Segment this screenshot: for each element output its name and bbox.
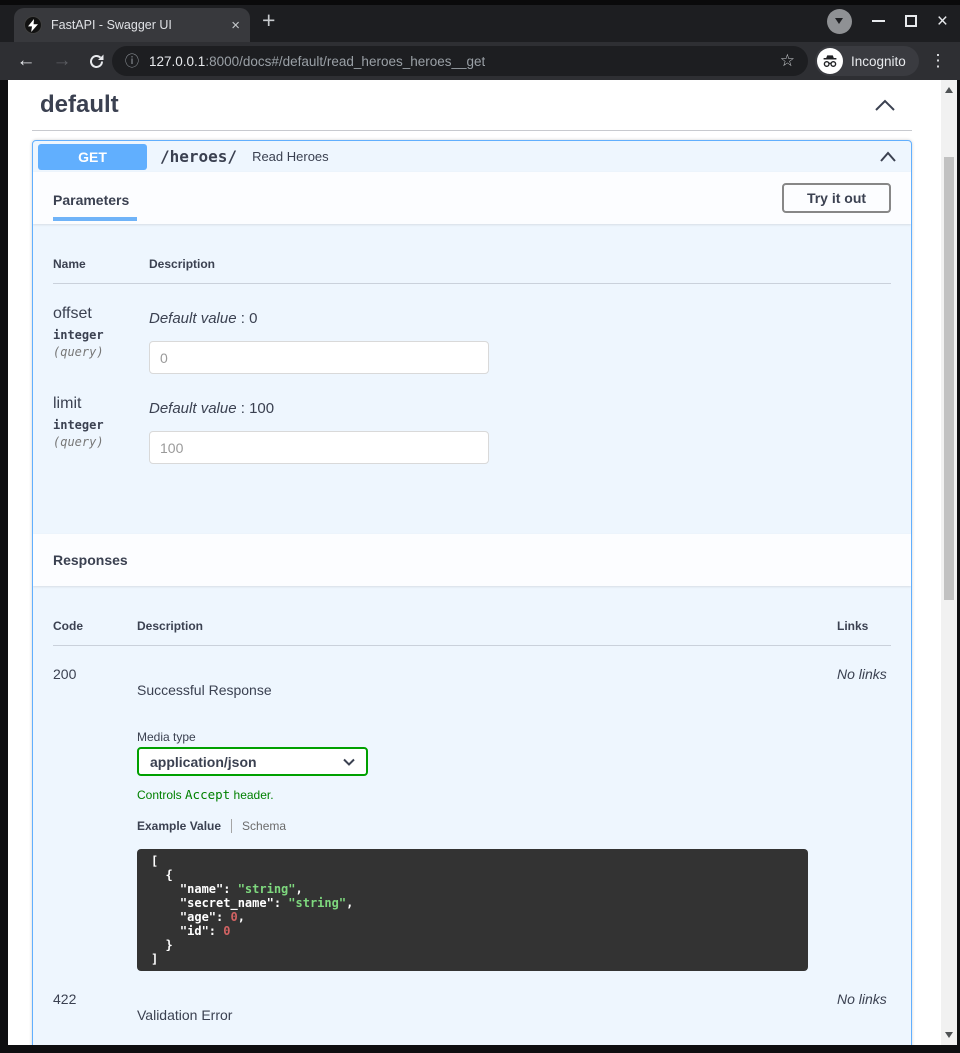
param-default-label: Default value: [149, 400, 237, 417]
browser-window: FastAPI - Swagger UI × + × ← → ⓘ 127.0.0…: [0, 0, 960, 1053]
media-type-label: Media type: [137, 730, 837, 744]
response-code: 422: [53, 991, 137, 1023]
browser-toolbar: ← → ⓘ 127.0.0.1:8000/docs#/default/read_…: [0, 42, 960, 80]
url-path: :8000/docs#/default/read_heroes_heroes__…: [205, 54, 485, 69]
back-button[interactable]: ←: [12, 42, 40, 80]
responses-table: Code Description Links 200 Successful Re…: [33, 586, 911, 1045]
window-top-edge: [0, 0, 960, 5]
bookmark-star-icon[interactable]: ☆: [780, 51, 795, 71]
maximize-button[interactable]: [905, 15, 917, 27]
url-text: 127.0.0.1:8000/docs#/default/read_heroes…: [149, 54, 485, 69]
response-description: Validation Error: [137, 991, 837, 1023]
accept-header-hint: Controls Accept header.: [137, 787, 837, 802]
response-row-422: 422 Validation Error No links: [53, 971, 891, 1023]
site-info-icon[interactable]: ⓘ: [125, 51, 139, 71]
minimize-button[interactable]: [872, 20, 885, 22]
param-default-value: Default value : 0: [149, 310, 891, 327]
scroll-up-arrow-icon[interactable]: [941, 82, 957, 98]
response-links: No links: [837, 666, 891, 971]
url-host: 127.0.0.1: [149, 54, 205, 69]
tab-strip: FastAPI - Swagger UI × + ×: [0, 0, 960, 42]
limit-input[interactable]: [149, 431, 489, 464]
collapse-chevron-up-icon[interactable]: [874, 99, 896, 112]
param-default-number: : 100: [237, 400, 275, 417]
param-default-number: : 0: [237, 310, 258, 327]
tag-title: default: [40, 91, 874, 119]
tab-schema[interactable]: Schema: [242, 819, 286, 833]
incognito-icon: [817, 48, 843, 74]
scrollbar-thumb[interactable]: [944, 157, 954, 600]
responses-section-header: Responses: [33, 534, 911, 586]
hint-accept-code: Accept: [185, 787, 230, 802]
tab-divider: [231, 819, 232, 833]
param-row-offset: offset integer (query) Default value : 0: [53, 284, 891, 374]
response-description: Successful Response: [137, 666, 837, 698]
url-bar[interactable]: ⓘ 127.0.0.1:8000/docs#/default/read_hero…: [112, 46, 808, 76]
param-location: (query): [53, 345, 149, 359]
param-default-label: Default value: [149, 310, 237, 327]
new-tab-button[interactable]: +: [262, 9, 275, 32]
browser-menu-button[interactable]: ⋮: [926, 42, 950, 80]
endpoint-summary: Read Heroes: [252, 149, 879, 164]
http-method-badge: GET: [38, 144, 147, 170]
reload-button[interactable]: [82, 42, 110, 80]
opblock-collapse-chevron-up-icon[interactable]: [879, 151, 897, 163]
try-it-out-button[interactable]: Try it out: [782, 183, 891, 213]
window-close-button[interactable]: ×: [937, 12, 948, 31]
media-type-select[interactable]: application/json: [137, 747, 368, 776]
param-type: integer: [53, 418, 149, 432]
browser-tab[interactable]: FastAPI - Swagger UI ×: [14, 8, 250, 42]
param-row-limit: limit integer (query) Default value : 10…: [53, 374, 891, 464]
tab-example-value[interactable]: Example Value: [137, 819, 221, 833]
incognito-label: Incognito: [851, 54, 906, 69]
page-content: default GET /heroes/ Read Heroes Paramet…: [8, 80, 957, 1045]
media-type-value: application/json: [150, 754, 257, 770]
page-scrollbar[interactable]: [941, 80, 957, 1045]
col-header-code: Code: [53, 619, 137, 633]
scroll-down-arrow-icon[interactable]: [941, 1027, 957, 1043]
response-row-200: 200 Successful Response Media type appli…: [53, 646, 891, 971]
select-chevron-down-icon: [343, 758, 355, 766]
tab-parameters[interactable]: Parameters: [53, 192, 137, 221]
incognito-badge: Incognito: [815, 46, 919, 76]
response-links: No links: [837, 991, 891, 1023]
param-name: limit: [53, 395, 149, 413]
forward-button[interactable]: →: [48, 42, 76, 80]
example-json-code-block: [ { "name": "string", "secret_name": "st…: [137, 849, 808, 971]
parameters-section-header: Parameters Try it out: [33, 172, 911, 224]
media-type-block: Media type application/json Controls Acc…: [137, 730, 837, 971]
chrome-profile-chip[interactable]: [827, 9, 852, 34]
opblock-get-heroes: GET /heroes/ Read Heroes Parameters Try …: [32, 140, 912, 1045]
param-location: (query): [53, 435, 149, 449]
hint-suffix: header.: [230, 788, 273, 802]
example-schema-tabs: Example Value Schema: [137, 819, 837, 833]
col-header-links: Links: [837, 619, 891, 633]
tab-title: FastAPI - Swagger UI: [51, 18, 223, 32]
parameters-table: Name Description offset integer (query) …: [33, 224, 911, 534]
fastapi-favicon-icon: [24, 16, 42, 34]
col-header-description: Description: [137, 619, 837, 633]
param-name: offset: [53, 305, 149, 323]
col-header-name: Name: [53, 257, 149, 271]
hint-prefix: Controls: [137, 788, 185, 802]
tab-close-icon[interactable]: ×: [231, 18, 240, 33]
opblock-summary[interactable]: GET /heroes/ Read Heroes: [33, 141, 911, 172]
chevron-down-icon: [835, 18, 843, 24]
responses-title: Responses: [53, 552, 128, 568]
col-header-description: Description: [149, 257, 891, 271]
offset-input[interactable]: [149, 341, 489, 374]
response-code: 200: [53, 666, 137, 971]
endpoint-path: /heroes/: [160, 147, 237, 166]
tag-section-header[interactable]: default: [32, 80, 912, 131]
param-default-value: Default value : 100: [149, 400, 891, 417]
param-type: integer: [53, 328, 149, 342]
